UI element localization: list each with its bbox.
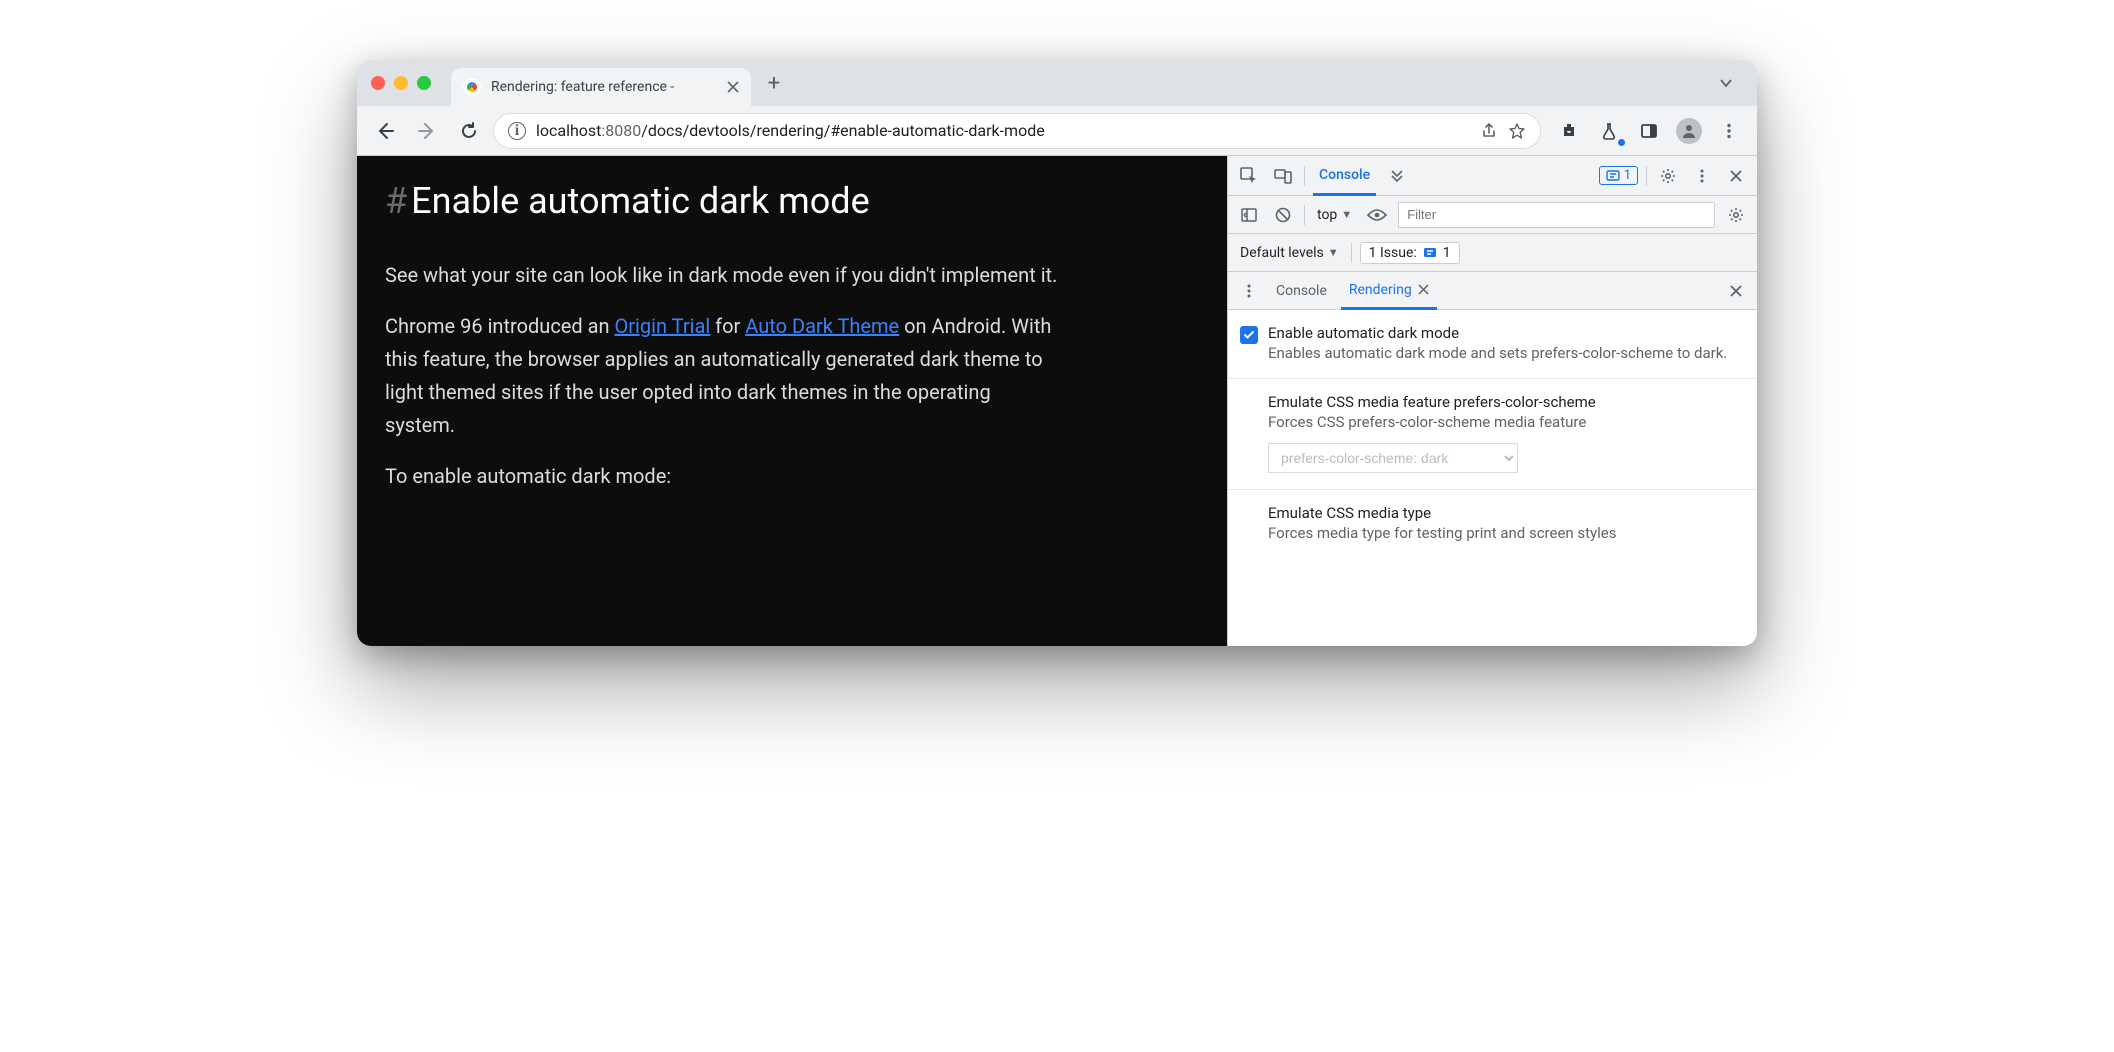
close-tab-icon[interactable] (1418, 284, 1429, 295)
setting-title: Emulate CSS media type (1268, 504, 1741, 522)
setting-title: Emulate CSS media feature prefers-color-… (1268, 393, 1741, 411)
webpage-viewport: #Enable automatic dark mode See what you… (357, 156, 1227, 646)
tab-strip: Rendering: feature reference - + (357, 60, 1757, 106)
issues-pill[interactable]: 1 Issue: 1 (1360, 242, 1460, 264)
setting-description: Enables automatic dark mode and sets pre… (1268, 344, 1741, 362)
clear-console-icon[interactable] (1270, 202, 1296, 228)
setting-description: Forces CSS prefers-color-scheme media fe… (1268, 413, 1741, 431)
message-icon (1423, 246, 1437, 260)
console-filter-input[interactable] (1398, 202, 1715, 228)
devtools-panel: Console 1 (1227, 156, 1757, 646)
devtools-menu-icon[interactable] (1689, 163, 1715, 189)
minimize-window-button[interactable] (394, 76, 408, 90)
page-heading-text: Enable automatic dark mode (411, 180, 870, 222)
drawer-tab-rendering[interactable]: Rendering (1341, 273, 1437, 310)
labs-button[interactable] (1591, 113, 1627, 149)
address-bar[interactable]: i localhost:8080/docs/devtools/rendering… (493, 113, 1541, 149)
setting-auto-dark-mode: Enable automatic dark mode Enables autom… (1228, 310, 1757, 379)
page-paragraph: Chrome 96 introduced an Origin Trial for… (385, 310, 1065, 442)
browser-tab[interactable]: Rendering: feature reference - (451, 68, 751, 106)
url-text: localhost:8080/docs/devtools/rendering/#… (536, 121, 1470, 140)
inspect-element-icon[interactable] (1236, 163, 1262, 189)
live-expression-icon[interactable] (1364, 202, 1390, 228)
reload-button[interactable] (451, 113, 487, 149)
extensions-button[interactable] (1551, 113, 1587, 149)
window-controls (371, 60, 443, 106)
setting-description: Forces media type for testing print and … (1268, 524, 1741, 542)
auto-dark-theme-link[interactable]: Auto Dark Theme (745, 314, 899, 338)
share-icon[interactable] (1480, 122, 1498, 140)
site-info-icon[interactable]: i (508, 122, 526, 140)
console-levels-row: Default levels▼ 1 Issue: 1 (1228, 234, 1757, 272)
log-levels-selector[interactable]: Default levels▼ (1236, 245, 1343, 261)
drawer-menu-icon[interactable] (1236, 278, 1262, 304)
browser-toolbar: i localhost:8080/docs/devtools/rendering… (357, 106, 1757, 156)
back-button[interactable] (367, 113, 403, 149)
prefers-color-scheme-select[interactable]: prefers-color-scheme: dark (1268, 443, 1518, 473)
page-paragraph: See what your site can look like in dark… (385, 259, 1065, 292)
device-toolbar-icon[interactable] (1270, 163, 1296, 189)
auto-dark-mode-checkbox[interactable] (1240, 326, 1258, 344)
page-paragraph: To enable automatic dark mode: (385, 460, 1065, 493)
close-window-button[interactable] (371, 76, 385, 90)
drawer-close-icon[interactable] (1723, 278, 1749, 304)
setting-media-type: Emulate CSS media type Forces media type… (1228, 490, 1757, 558)
chrome-favicon-icon (463, 78, 481, 96)
setting-prefers-color-scheme: Emulate CSS media feature prefers-color-… (1228, 379, 1757, 490)
forward-button[interactable] (409, 113, 445, 149)
console-settings-icon[interactable] (1723, 202, 1749, 228)
browser-window: Rendering: feature reference - + i local… (357, 60, 1757, 646)
context-selector[interactable]: top▼ (1313, 207, 1356, 223)
console-toolbar: top▼ (1228, 196, 1757, 234)
devtools-tab-console[interactable]: Console (1313, 157, 1376, 196)
side-panel-button[interactable] (1631, 113, 1667, 149)
extension-icons (1547, 113, 1747, 149)
url-host: localhost (536, 121, 601, 140)
profile-button[interactable] (1671, 113, 1707, 149)
drawer-tab-console[interactable]: Console (1268, 272, 1335, 309)
tab-title: Rendering: feature reference - (491, 79, 715, 95)
maximize-window-button[interactable] (417, 76, 431, 90)
more-tabs-icon[interactable] (1384, 163, 1410, 189)
devtools-settings-icon[interactable] (1655, 163, 1681, 189)
new-tab-button[interactable]: + (759, 68, 789, 98)
page-heading: #Enable automatic dark mode (385, 172, 1199, 231)
close-tab-button[interactable] (725, 79, 741, 95)
issues-badge[interactable]: 1 (1599, 166, 1638, 185)
console-sidebar-toggle-icon[interactable] (1236, 202, 1262, 228)
url-path: /docs/devtools/rendering/#enable-automat… (641, 121, 1044, 140)
bookmark-icon[interactable] (1508, 122, 1526, 140)
devtools-close-icon[interactable] (1723, 163, 1749, 189)
chrome-menu-button[interactable] (1711, 113, 1747, 149)
heading-anchor-icon: # (385, 180, 407, 222)
setting-title: Enable automatic dark mode (1268, 324, 1741, 342)
content-area: #Enable automatic dark mode See what you… (357, 156, 1757, 646)
origin-trial-link[interactable]: Origin Trial (615, 314, 711, 338)
devtools-main-toolbar: Console 1 (1228, 156, 1757, 196)
tabs-dropdown-button[interactable] (1709, 70, 1743, 96)
rendering-drawer: Enable automatic dark mode Enables autom… (1228, 310, 1757, 646)
drawer-tabbar: Console Rendering (1228, 272, 1757, 310)
url-port: :8080 (601, 121, 641, 140)
